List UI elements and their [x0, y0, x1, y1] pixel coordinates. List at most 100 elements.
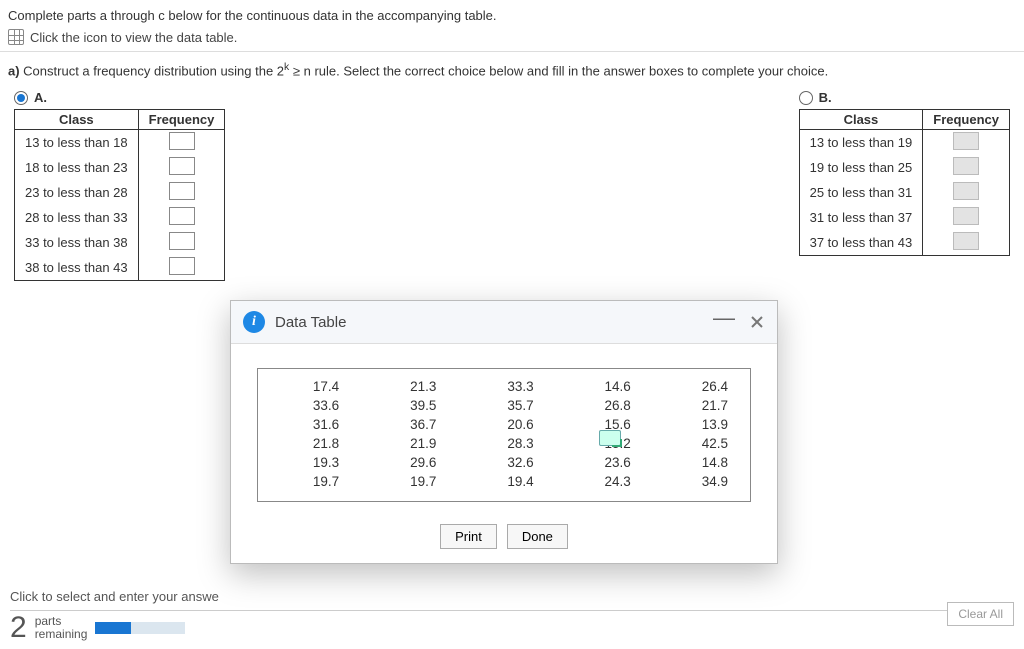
- data-cell: 14.8: [665, 455, 732, 470]
- data-cell: 23.6: [568, 455, 635, 470]
- dialog-header: i Data Table —: [231, 301, 777, 344]
- frequency-input: [953, 232, 979, 250]
- bottom-bar: Click to select and enter your answe 2 p…: [0, 581, 1024, 649]
- part-a-label: a): [8, 63, 23, 78]
- frequency-cell: [138, 130, 225, 156]
- instructions-block: Complete parts a through c below for the…: [0, 0, 1024, 52]
- table-A: Class Frequency 13 to less than 1818 to …: [14, 109, 225, 281]
- frequency-cell: [923, 155, 1010, 180]
- frequency-cell: [923, 130, 1010, 156]
- frequency-cell: [138, 205, 225, 230]
- dialog-title: Data Table: [275, 314, 346, 331]
- frequency-input[interactable]: [169, 132, 195, 150]
- radio-B[interactable]: [799, 91, 813, 105]
- frequency-cell: [138, 180, 225, 205]
- done-button[interactable]: Done: [507, 524, 568, 549]
- data-cell: 31.6: [276, 417, 343, 432]
- data-cell: 19.7: [276, 474, 343, 489]
- choice-B: B. Class Frequency 13 to less than 1919 …: [799, 90, 1010, 281]
- class-cell: 13 to less than 18: [15, 130, 139, 156]
- data-cell: 32.6: [470, 455, 537, 470]
- frequency-input[interactable]: [169, 257, 195, 275]
- frequency-input[interactable]: [169, 207, 195, 225]
- class-cell: 38 to less than 43: [15, 255, 139, 281]
- info-icon: i: [243, 311, 265, 333]
- frequency-cell: [923, 180, 1010, 205]
- data-cell: 33.6: [276, 398, 343, 413]
- table-A-freq-header: Frequency: [138, 110, 225, 130]
- table-row: 19 to less than 25: [799, 155, 1009, 180]
- data-cell: 19.4: [470, 474, 537, 489]
- data-cell: 20.6: [470, 417, 537, 432]
- frequency-input: [953, 157, 979, 175]
- data-table-dialog: i Data Table — 17.4 21.3 33.3 14.6 26.4 33.6 3…: [230, 300, 778, 564]
- data-cell: 36.7: [373, 417, 440, 432]
- frequency-input[interactable]: [169, 157, 195, 175]
- table-B-freq-header: Frequency: [923, 110, 1010, 130]
- table-row: 25 to less than 31: [799, 180, 1009, 205]
- frequency-cell: [923, 205, 1010, 230]
- frequency-cell: [138, 255, 225, 281]
- data-cell: 21.8: [276, 436, 343, 451]
- class-cell: 18 to less than 23: [15, 155, 139, 180]
- data-cell: 26.8: [568, 398, 635, 413]
- progress-bar: [95, 622, 185, 634]
- data-cell: 14.6: [568, 379, 635, 394]
- table-row: 13 to less than 18: [15, 130, 225, 156]
- frequency-input[interactable]: [169, 232, 195, 250]
- data-area: 17.421.333.314.626.433.639.535.726.821.7…: [257, 368, 751, 502]
- table-row: 18 to less than 23: [15, 155, 225, 180]
- data-cell: 33.3: [470, 379, 537, 394]
- data-grid: 17.421.333.314.626.433.639.535.726.821.7…: [276, 379, 732, 489]
- data-cell: 13.9: [665, 417, 732, 432]
- class-cell: 28 to less than 33: [15, 205, 139, 230]
- clear-all-button[interactable]: Clear All: [947, 602, 1014, 626]
- close-icon[interactable]: [749, 314, 765, 330]
- class-cell: 31 to less than 37: [799, 205, 923, 230]
- data-cell: 42.5: [665, 436, 732, 451]
- data-cell: 21.7: [665, 398, 732, 413]
- frequency-input: [953, 207, 979, 225]
- data-cell: 34.9: [665, 474, 732, 489]
- frequency-cell: [138, 155, 225, 180]
- class-cell: 19 to less than 25: [799, 155, 923, 180]
- data-cell: 26.4: [665, 379, 732, 394]
- data-table-icon[interactable]: [8, 29, 24, 45]
- table-row: 28 to less than 33: [15, 205, 225, 230]
- table-row: 37 to less than 43: [799, 230, 1009, 256]
- table-row: 13 to less than 19: [799, 130, 1009, 156]
- class-cell: 13 to less than 19: [799, 130, 923, 156]
- table-row: 23 to less than 28: [15, 180, 225, 205]
- radio-A[interactable]: [14, 91, 28, 105]
- class-cell: 23 to less than 28: [15, 180, 139, 205]
- table-row: 38 to less than 43: [15, 255, 225, 281]
- instruction-line-2: Click the icon to view the data table.: [30, 28, 237, 48]
- choice-B-letter: B.: [819, 90, 832, 105]
- data-cell: 24.3: [568, 474, 635, 489]
- data-cell: 19.3: [276, 455, 343, 470]
- class-cell: 37 to less than 43: [799, 230, 923, 256]
- data-cell: 29.6: [373, 455, 440, 470]
- data-cell: 21.3: [373, 379, 440, 394]
- data-cell: 21.9: [373, 436, 440, 451]
- frequency-input[interactable]: [169, 182, 195, 200]
- copy-icon[interactable]: [599, 430, 621, 446]
- class-cell: 33 to less than 38: [15, 230, 139, 255]
- frequency-input: [953, 182, 979, 200]
- data-cell: 39.5: [373, 398, 440, 413]
- table-A-class-header: Class: [15, 110, 139, 130]
- print-button[interactable]: Print: [440, 524, 497, 549]
- choice-A: A. Class Frequency 13 to less than 1818 …: [14, 90, 225, 281]
- frequency-input: [953, 132, 979, 150]
- table-B-class-header: Class: [799, 110, 923, 130]
- choice-A-letter: A.: [34, 90, 47, 105]
- data-cell: 28.3: [470, 436, 537, 451]
- table-row: 33 to less than 38: [15, 230, 225, 255]
- data-cell: 17.4: [276, 379, 343, 394]
- table-row: 31 to less than 37: [799, 205, 1009, 230]
- instruction-line-1: Complete parts a through c below for the…: [8, 6, 1016, 26]
- frequency-cell: [923, 230, 1010, 256]
- minimize-icon[interactable]: —: [713, 313, 735, 323]
- table-B: Class Frequency 13 to less than 1919 to …: [799, 109, 1010, 256]
- select-hint: Click to select and enter your answe: [10, 589, 1014, 604]
